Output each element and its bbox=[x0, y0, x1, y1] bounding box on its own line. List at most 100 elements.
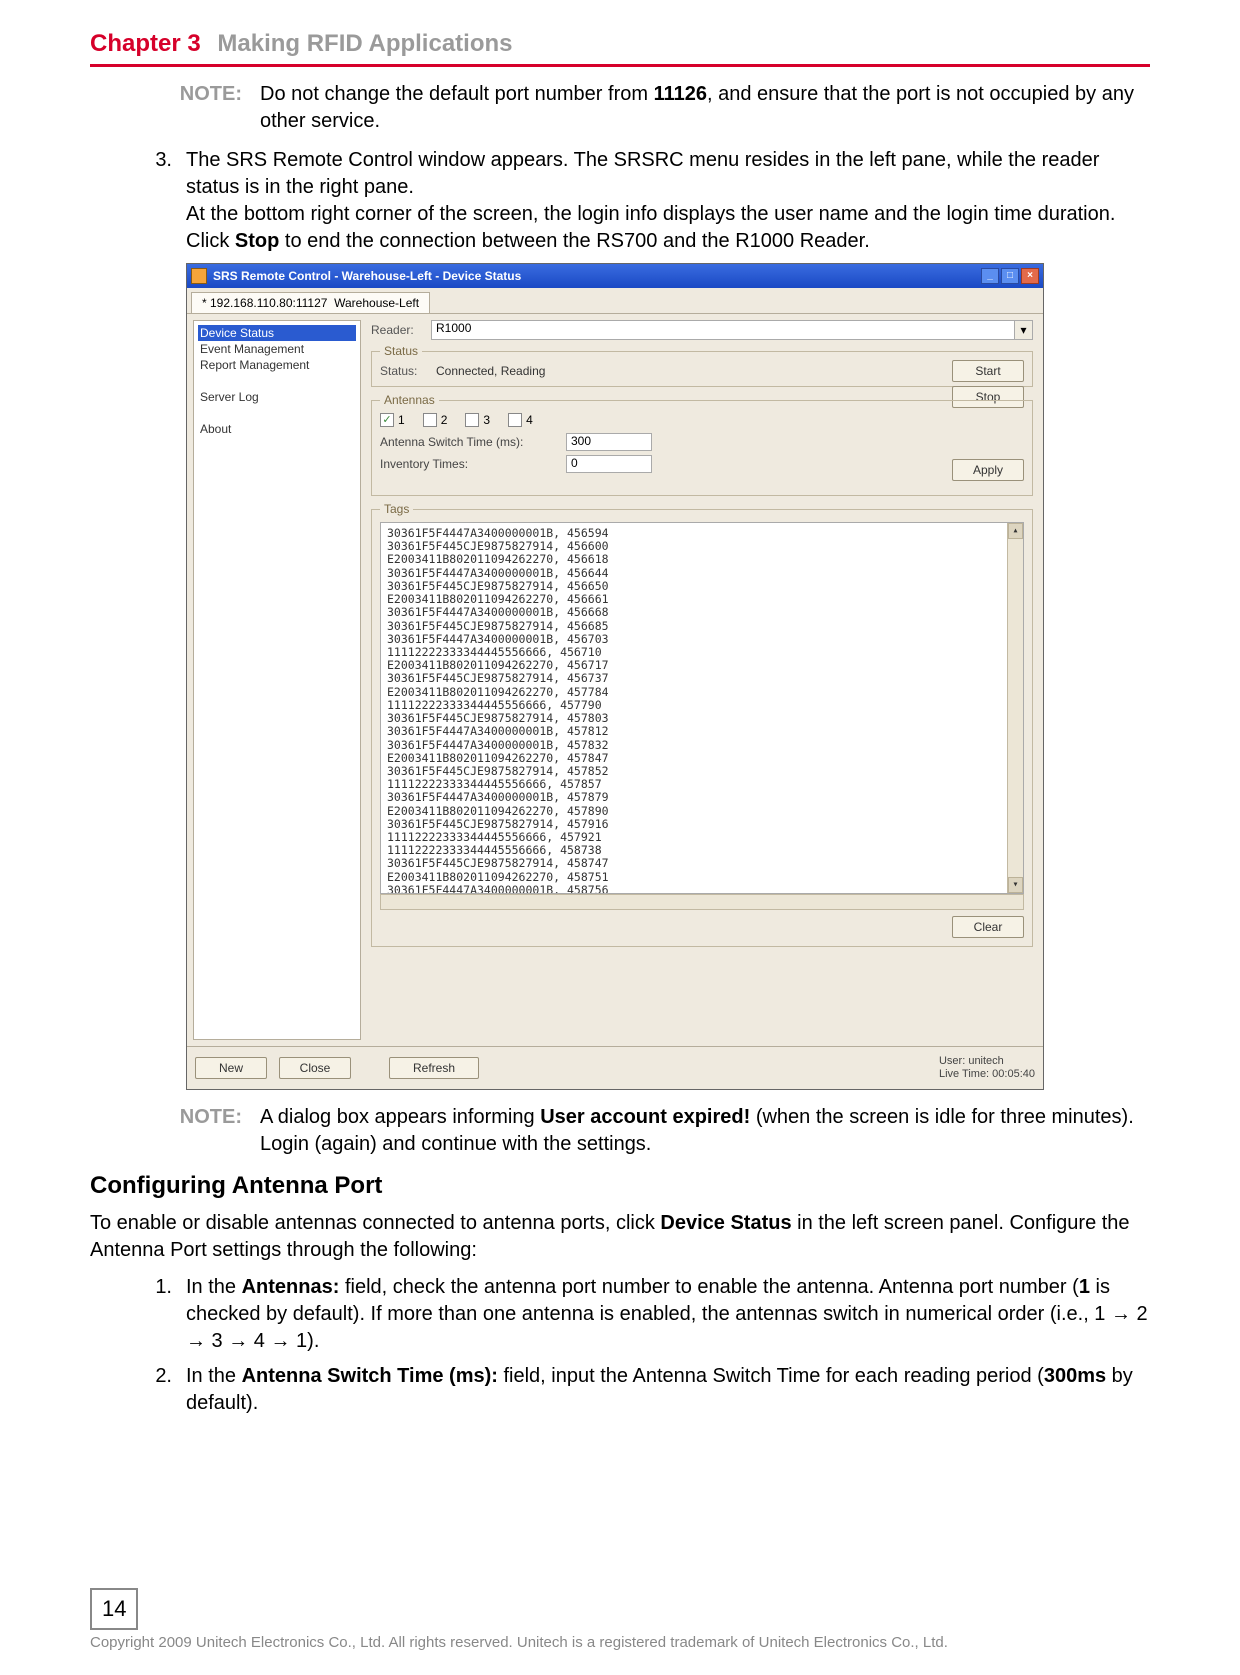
sidebar-item bbox=[198, 405, 356, 421]
step-body: In the Antenna Switch Time (ms): field, … bbox=[186, 1363, 1150, 1417]
chapter-header: Chapter 3 Making RFID Applications bbox=[90, 30, 1150, 58]
maximize-button[interactable]: □ bbox=[1001, 268, 1019, 284]
scroll-up-icon[interactable]: ▴ bbox=[1008, 523, 1023, 539]
step-body: In the Antennas: field, check the antenn… bbox=[186, 1274, 1150, 1355]
reader-dropdown-icon[interactable]: ▾ bbox=[1015, 320, 1033, 340]
status-legend: Status bbox=[380, 344, 422, 358]
note-label: NOTE: bbox=[130, 81, 260, 135]
tags-h-scrollbar[interactable] bbox=[380, 894, 1024, 910]
antenna-checkbox-4[interactable]: 4 bbox=[508, 413, 533, 427]
user-name: User: unitech bbox=[939, 1055, 1035, 1068]
step-number: 1. bbox=[130, 1274, 186, 1355]
checkbox-label: 1 bbox=[398, 413, 405, 427]
tag-row: E2003411B802011094262270, 458751 bbox=[387, 871, 1017, 884]
tag-row: 30361F5F4447A3400000001B, 456668 bbox=[387, 606, 1017, 619]
page-number: 14 bbox=[90, 1588, 138, 1630]
tags-legend: Tags bbox=[380, 502, 413, 516]
step-3: 3. The SRS Remote Control window appears… bbox=[130, 147, 1150, 255]
tag-row: E2003411B802011094262270, 456618 bbox=[387, 553, 1017, 566]
sidebar-item[interactable]: Device Status bbox=[198, 325, 356, 341]
tags-group: Tags 30361F5F4447A3400000001B, 456594303… bbox=[371, 502, 1033, 947]
chapter-number: Chapter 3 bbox=[90, 30, 201, 57]
tag-row: 30361F5F4447A3400000001B, 457832 bbox=[387, 739, 1017, 752]
tag-row: E2003411B802011094262270, 457890 bbox=[387, 805, 1017, 818]
sidebar: Device StatusEvent ManagementReport Mana… bbox=[193, 320, 361, 1040]
tag-row: 30361F5F445CJE9875827914, 456685 bbox=[387, 620, 1017, 633]
tags-scrollbar[interactable]: ▴ ▾ bbox=[1007, 523, 1023, 893]
checkbox-icon bbox=[465, 413, 479, 427]
checkbox-icon bbox=[380, 413, 394, 427]
config-step-1: 1. In the Antennas: field, check the ant… bbox=[130, 1274, 1150, 1355]
section-intro: To enable or disable antennas connected … bbox=[90, 1210, 1150, 1264]
clear-button[interactable]: Clear bbox=[952, 916, 1024, 938]
antennas-legend: Antennas bbox=[380, 393, 439, 407]
checkbox-label: 4 bbox=[526, 413, 533, 427]
config-step-2: 2. In the Antenna Switch Time (ms): fiel… bbox=[130, 1363, 1150, 1417]
refresh-button[interactable]: Refresh bbox=[389, 1057, 479, 1079]
header-rule bbox=[90, 64, 1150, 67]
step-body: The SRS Remote Control window appears. T… bbox=[186, 147, 1150, 255]
antenna-switch-input[interactable]: 300 bbox=[566, 433, 652, 451]
sidebar-item bbox=[198, 373, 356, 389]
tab-strip: * 192.168.110.80:11127 Warehouse-Left bbox=[187, 288, 1043, 314]
status-group: Status Status: Connected, Reading Start … bbox=[371, 344, 1033, 387]
window-titlebar: SRS Remote Control - Warehouse-Left - De… bbox=[187, 264, 1043, 288]
tag-row: 30361F5F4447A3400000001B, 458756 bbox=[387, 884, 1017, 894]
note-body: A dialog box appears informing User acco… bbox=[260, 1104, 1150, 1158]
inventory-times-input[interactable]: 0 bbox=[566, 455, 652, 473]
tag-row: 30361F5F445CJE9875827914, 456737 bbox=[387, 672, 1017, 685]
close-conn-button[interactable]: Close bbox=[279, 1057, 351, 1079]
status-label: Status: bbox=[380, 364, 436, 378]
antenna-switch-label: Antenna Switch Time (ms): bbox=[380, 435, 560, 449]
new-button[interactable]: New bbox=[195, 1057, 267, 1079]
tag-row: 30361F5F445CJE9875827914, 458747 bbox=[387, 857, 1017, 870]
minimize-button[interactable]: _ bbox=[981, 268, 999, 284]
tag-row: E2003411B802011094262270, 457847 bbox=[387, 752, 1017, 765]
note-label: NOTE: bbox=[130, 1104, 260, 1158]
step-number: 3. bbox=[130, 147, 186, 255]
antennas-group: Antennas 1234 Antenna Switch Time (ms): … bbox=[371, 393, 1033, 496]
antenna-checkbox-2[interactable]: 2 bbox=[423, 413, 448, 427]
reader-input[interactable]: R1000 bbox=[431, 320, 1015, 340]
login-info: User: unitech Live Time: 00:05:40 bbox=[939, 1055, 1035, 1081]
live-time: Live Time: 00:05:40 bbox=[939, 1068, 1035, 1081]
srs-screenshot: SRS Remote Control - Warehouse-Left - De… bbox=[186, 263, 1044, 1090]
sidebar-item[interactable]: Report Management bbox=[198, 357, 356, 373]
scroll-down-icon[interactable]: ▾ bbox=[1008, 877, 1023, 893]
page-footer: 14 Copyright 2009 Unitech Electronics Co… bbox=[0, 1588, 1240, 1651]
note-2: NOTE: A dialog box appears informing Use… bbox=[130, 1104, 1150, 1158]
reader-label: Reader: bbox=[371, 323, 431, 337]
antenna-checkbox-3[interactable]: 3 bbox=[465, 413, 490, 427]
sidebar-item[interactable]: About bbox=[198, 421, 356, 437]
window-title: SRS Remote Control - Warehouse-Left - De… bbox=[213, 269, 981, 283]
sidebar-item[interactable]: Server Log bbox=[198, 389, 356, 405]
tag-row: 30361F5F4447A3400000001B, 457812 bbox=[387, 725, 1017, 738]
tags-list[interactable]: 30361F5F4447A3400000001B, 45659430361F5F… bbox=[380, 522, 1024, 894]
tag-row: 30361F5F4447A3400000001B, 456644 bbox=[387, 567, 1017, 580]
note-1: NOTE: Do not change the default port num… bbox=[130, 81, 1150, 135]
section-heading: Configuring Antenna Port bbox=[90, 1172, 1150, 1200]
copyright: Copyright 2009 Unitech Electronics Co., … bbox=[90, 1634, 1150, 1651]
status-value: Connected, Reading bbox=[436, 364, 545, 378]
checkbox-icon bbox=[508, 413, 522, 427]
step-number: 2. bbox=[130, 1363, 186, 1417]
checkbox-label: 3 bbox=[483, 413, 490, 427]
start-button[interactable]: Start bbox=[952, 360, 1024, 382]
checkbox-label: 2 bbox=[441, 413, 448, 427]
tag-row: 30361F5F4447A3400000001B, 456703 bbox=[387, 633, 1017, 646]
tag-row: E2003411B802011094262270, 457784 bbox=[387, 686, 1017, 699]
main-panel: Reader: R1000 ▾ Status Status: Connected… bbox=[361, 314, 1043, 1046]
app-icon bbox=[191, 268, 207, 284]
checkbox-icon bbox=[423, 413, 437, 427]
antenna-checkbox-1[interactable]: 1 bbox=[380, 413, 405, 427]
antenna-checkboxes: 1 2 3 4 bbox=[380, 413, 1024, 427]
sidebar-item[interactable]: Event Management bbox=[198, 341, 356, 357]
connection-tab[interactable]: * 192.168.110.80:11127 Warehouse-Left bbox=[191, 292, 430, 313]
close-button[interactable]: × bbox=[1021, 268, 1039, 284]
tag-row: 30361F5F4447A3400000001B, 457879 bbox=[387, 791, 1017, 804]
note-body: Do not change the default port number fr… bbox=[260, 81, 1150, 135]
footer-bar: New Close Refresh User: unitech Live Tim… bbox=[187, 1046, 1043, 1089]
apply-button[interactable]: Apply bbox=[952, 459, 1024, 481]
inventory-times-label: Inventory Times: bbox=[380, 457, 560, 471]
chapter-title: Making RFID Applications bbox=[217, 30, 512, 57]
